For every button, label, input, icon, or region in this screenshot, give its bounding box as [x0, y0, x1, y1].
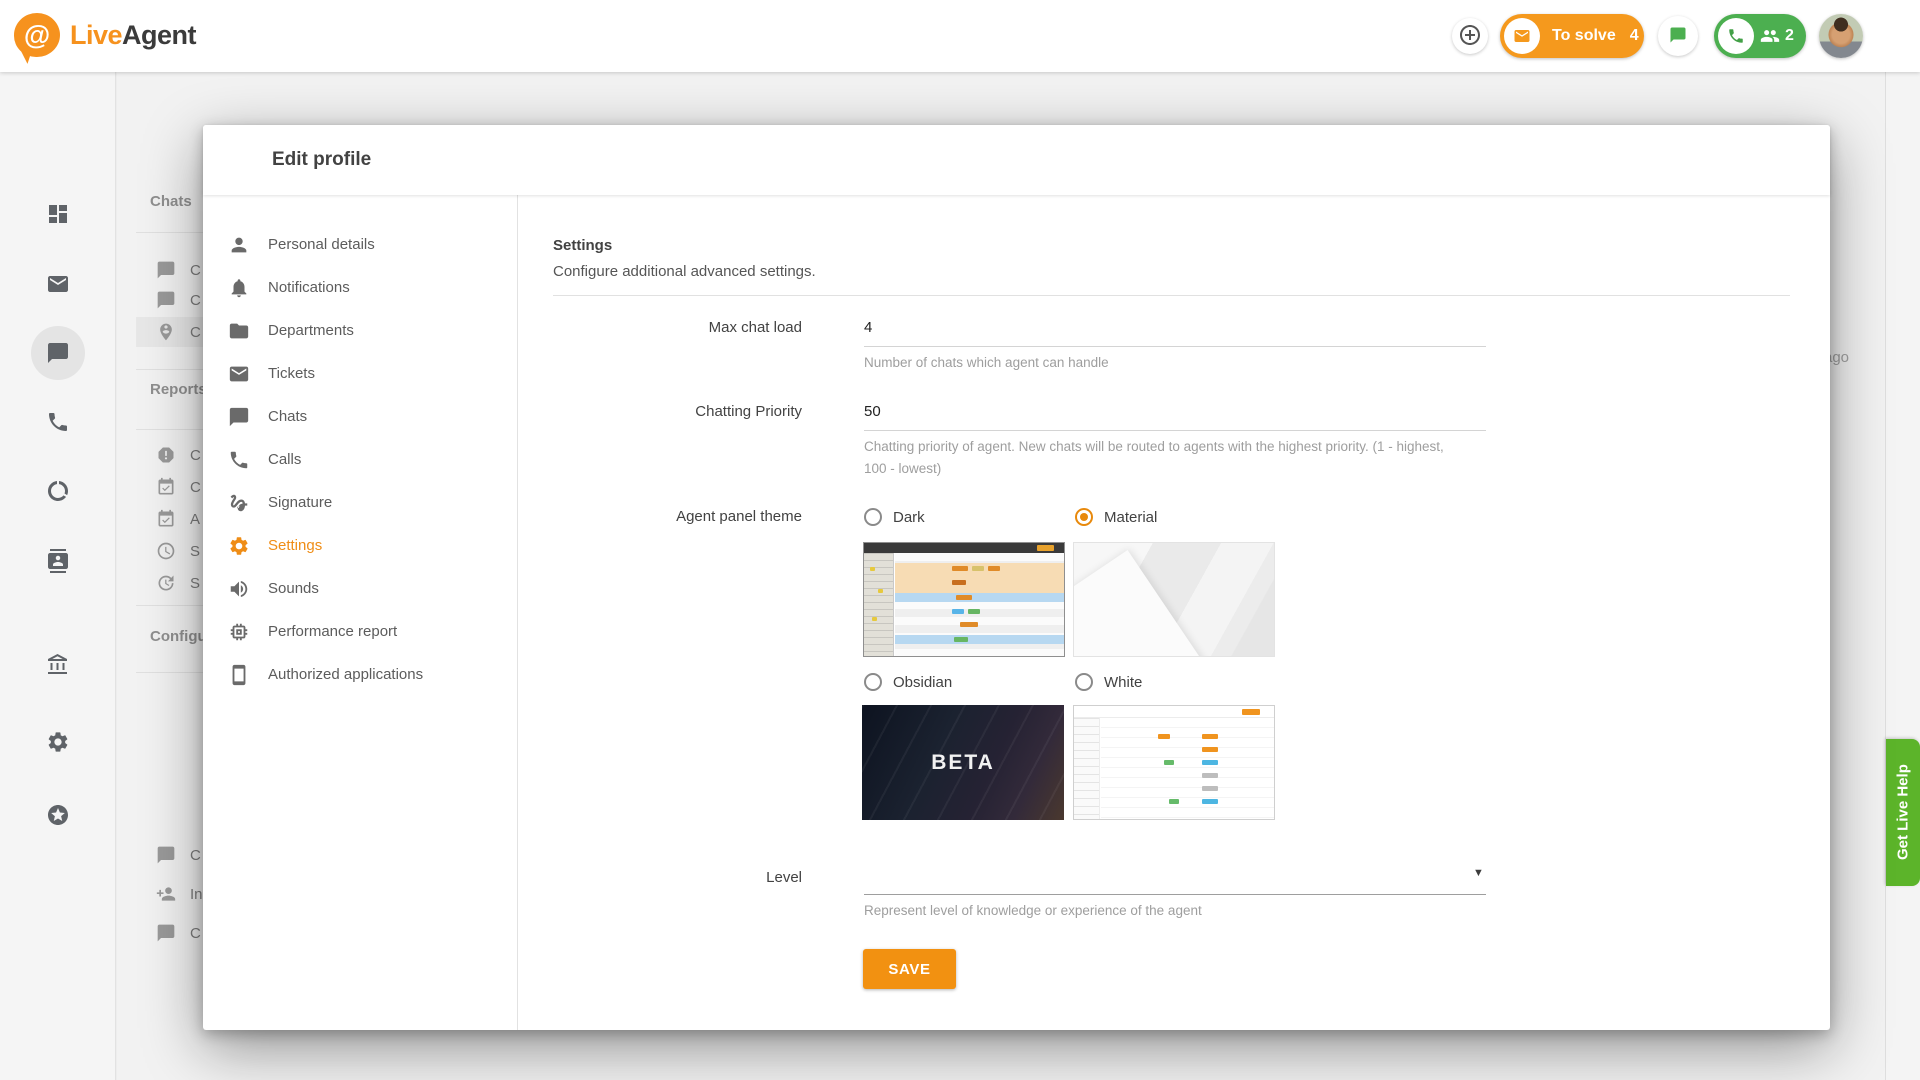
- level-label: Level: [766, 869, 802, 886]
- calls-button[interactable]: 2: [1714, 14, 1806, 58]
- level-select[interactable]: ▼: [864, 865, 1486, 893]
- update-icon: [158, 575, 174, 591]
- theme-material-thumbnail[interactable]: [1073, 542, 1275, 657]
- liveagent-logo-text: LiveAgent: [70, 19, 197, 50]
- person-pin-icon: [160, 323, 172, 341]
- theme-option-white[interactable]: White: [1075, 673, 1142, 691]
- envelope-icon: [1504, 18, 1540, 54]
- level-helper: Represent level of knowledge or experien…: [864, 903, 1202, 918]
- chat-icon: [157, 291, 175, 309]
- agents-icon: [1760, 26, 1780, 46]
- folder-icon: [229, 323, 249, 338]
- menu-item-sounds[interactable]: Sounds: [203, 567, 517, 610]
- chat-icon: [229, 407, 249, 426]
- plus-circle-icon: [1458, 23, 1482, 50]
- save-button[interactable]: SAVE: [863, 949, 956, 989]
- theme-dark-thumbnail[interactable]: [863, 542, 1065, 657]
- menu-item-calls[interactable]: Calls: [203, 438, 517, 481]
- chatting-priority-helper: Chatting priority of agent. New chats wi…: [864, 439, 1444, 476]
- modal-header: Edit profile: [203, 125, 1830, 195]
- contacts-icon[interactable]: [46, 549, 70, 573]
- vertical-divider: [1885, 72, 1886, 1080]
- gear-icon: [230, 536, 248, 555]
- menu-item-departments[interactable]: Departments: [203, 309, 517, 352]
- calls-count: 2: [1785, 27, 1794, 44]
- settings-icon[interactable]: [46, 730, 70, 754]
- chats-icon[interactable]: [46, 341, 70, 365]
- chat-bubble-icon: [1669, 26, 1687, 47]
- create-new-button[interactable]: [1452, 18, 1488, 54]
- calendar-check-icon: [158, 477, 174, 495]
- settings-section-title: Settings: [553, 237, 613, 254]
- settings-section-subtitle: Configure additional advanced settings.: [553, 263, 816, 280]
- edit-profile-modal: Edit profile Personal details Notificati…: [203, 125, 1830, 1030]
- theme-obsidian-thumbnail[interactable]: BETA: [862, 705, 1064, 820]
- chats-button[interactable]: [1658, 16, 1698, 56]
- menu-item-settings[interactable]: Settings: [203, 524, 517, 567]
- reports-icon[interactable]: [46, 479, 70, 503]
- radio-material-selected[interactable]: [1075, 508, 1093, 526]
- to-solve-label: To solve: [1552, 27, 1616, 44]
- mail-icon: [229, 366, 249, 381]
- section-heading-configuration: Configu: [150, 628, 207, 645]
- menu-item-personal-details[interactable]: Personal details: [203, 223, 517, 266]
- chatting-priority-label: Chatting Priority: [695, 403, 802, 420]
- avatar[interactable]: [1819, 14, 1863, 58]
- calls-icon[interactable]: [46, 410, 70, 434]
- max-chat-load-label: Max chat load: [708, 319, 802, 336]
- person-icon: [231, 237, 247, 252]
- section-divider: [553, 295, 1790, 296]
- menu-item-signature[interactable]: Signature: [203, 481, 517, 524]
- agent-panel-theme-label: Agent panel theme: [676, 508, 802, 525]
- max-chat-load-helper: Number of chats which agent can handle: [864, 355, 1109, 370]
- speaker-icon: [230, 580, 248, 597]
- chevron-down-icon: ▼: [1473, 867, 1484, 879]
- modal-menu: Personal details Notifications Departmen…: [203, 195, 518, 1030]
- academy-icon[interactable]: [46, 653, 70, 677]
- left-rail: [0, 72, 116, 1080]
- smartphone-icon: [232, 664, 246, 685]
- chat-icon: [157, 261, 175, 279]
- section-heading-reports: Reports: [150, 381, 207, 398]
- menu-item-tickets[interactable]: Tickets: [203, 352, 517, 395]
- menu-item-performance-report[interactable]: Performance report: [203, 610, 517, 653]
- phone-icon: [230, 451, 248, 468]
- chip-icon: [230, 623, 248, 640]
- modal-title: Edit profile: [272, 149, 372, 170]
- to-solve-count: 4: [1629, 27, 1639, 44]
- get-live-help-tab[interactable]: Get Live Help: [1886, 739, 1920, 886]
- bell-icon: [231, 278, 247, 297]
- phone-icon: [1718, 18, 1754, 54]
- theme-white-thumbnail[interactable]: [1073, 705, 1275, 820]
- liveagent-logo[interactable]: @ LiveAgent: [14, 13, 197, 57]
- chatting-priority-input[interactable]: 50: [864, 403, 881, 420]
- top-header: @ LiveAgent To solve 4 2: [0, 0, 1920, 72]
- chat-icon: [157, 846, 175, 864]
- menu-item-chats[interactable]: Chats: [203, 395, 517, 438]
- radio-obsidian[interactable]: [864, 673, 882, 691]
- beta-badge: BETA: [931, 750, 995, 774]
- clock-icon: [157, 542, 175, 560]
- max-chat-load-input[interactable]: 4: [864, 319, 872, 336]
- dashboard-icon[interactable]: [46, 202, 70, 226]
- liveagent-logo-icon: @: [14, 13, 60, 57]
- radio-dark[interactable]: [864, 508, 882, 526]
- theme-option-obsidian[interactable]: Obsidian: [864, 673, 952, 691]
- upgrade-stars-icon[interactable]: [46, 803, 70, 827]
- person-add-icon: [156, 887, 176, 901]
- signature-icon: [230, 494, 248, 511]
- to-solve-button[interactable]: To solve 4: [1500, 14, 1644, 58]
- tickets-icon[interactable]: [46, 272, 70, 296]
- report-icon: [158, 447, 174, 463]
- theme-option-material[interactable]: Material: [1075, 508, 1157, 526]
- menu-item-authorized-applications[interactable]: Authorized applications: [203, 653, 517, 696]
- menu-item-notifications[interactable]: Notifications: [203, 266, 517, 309]
- radio-white[interactable]: [1075, 673, 1093, 691]
- chat-icon: [157, 924, 175, 942]
- theme-option-dark[interactable]: Dark: [864, 508, 925, 526]
- right-strip: [1886, 72, 1920, 1080]
- calendar-check-icon: [158, 509, 174, 527]
- section-heading-chats: Chats: [150, 193, 192, 210]
